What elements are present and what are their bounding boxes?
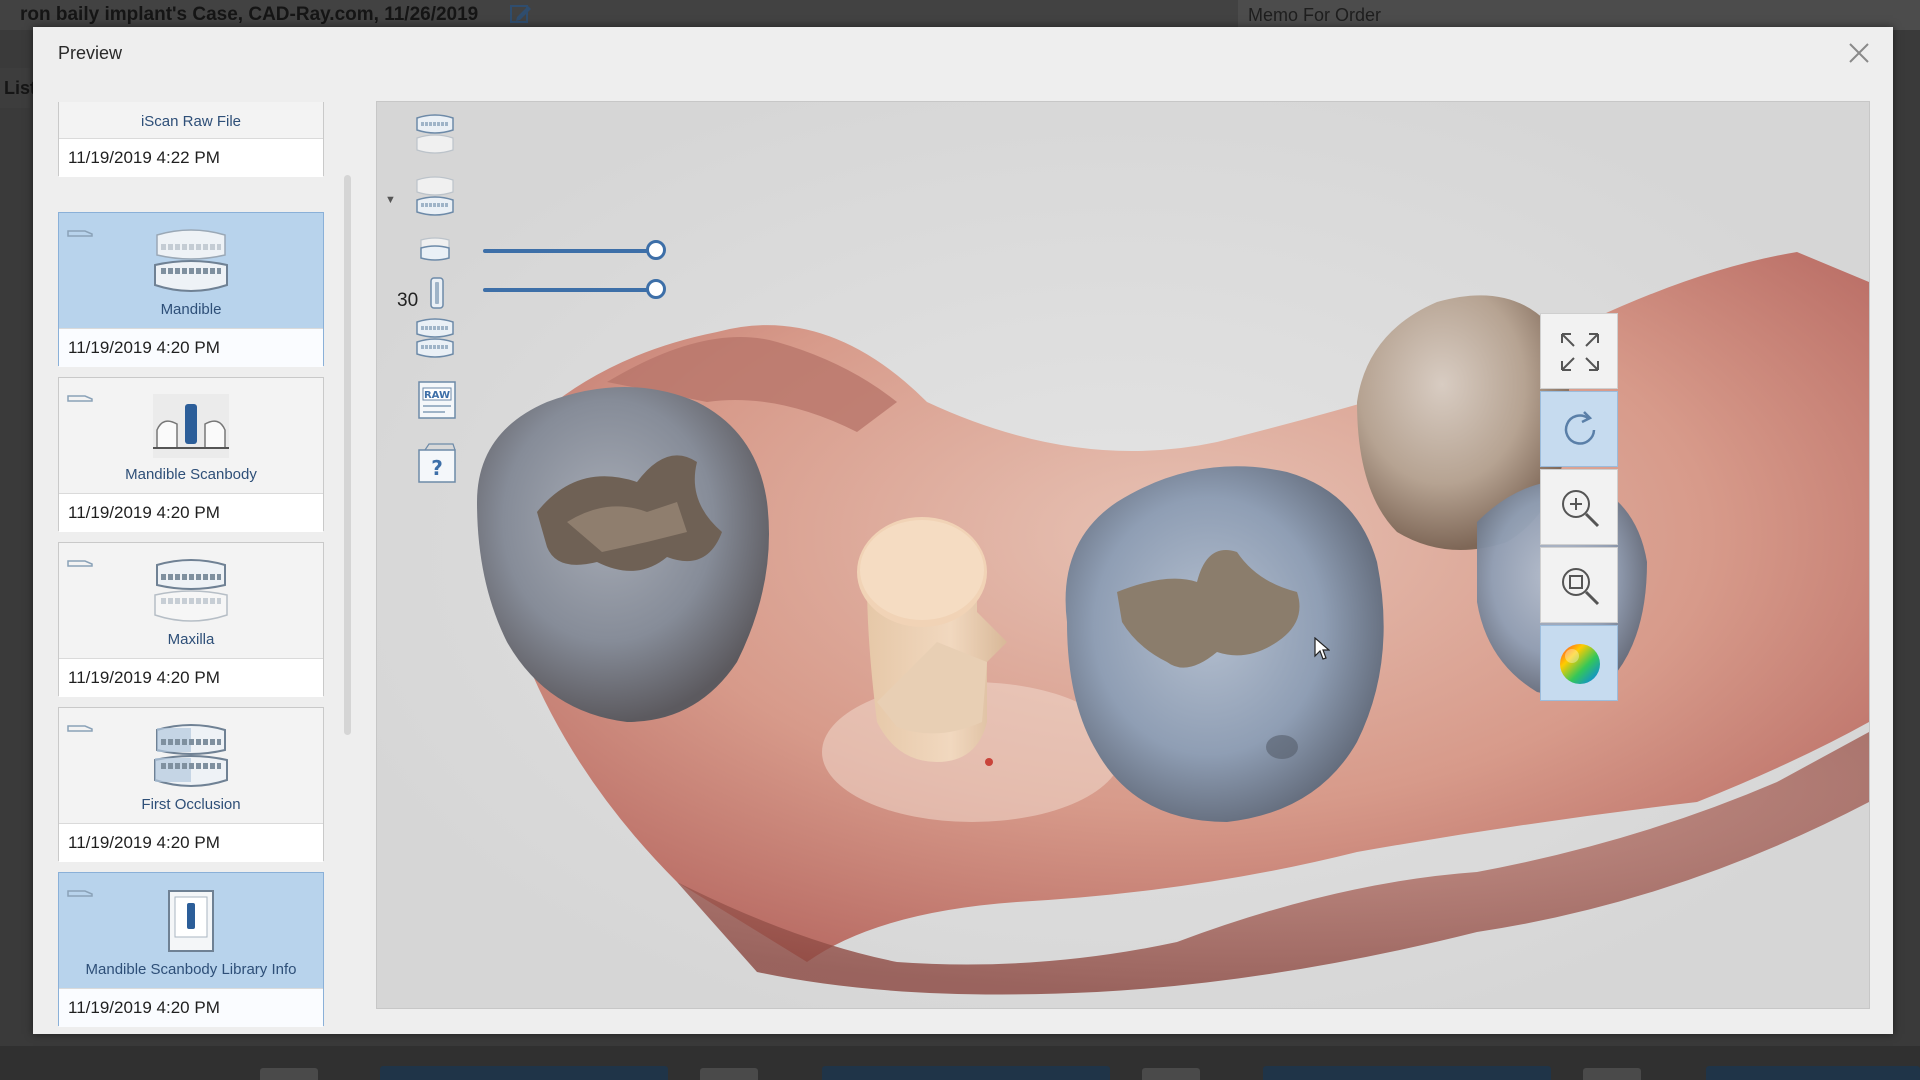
scan-date: 11/19/2019 4:22 PM <box>59 138 323 177</box>
scanner-tip-icon <box>67 890 93 897</box>
bottom-button-3[interactable] <box>1263 1066 1551 1080</box>
edit-icon[interactable] <box>508 3 534 25</box>
expand-icon <box>1561 333 1599 371</box>
zoom-in-icon <box>1562 490 1600 528</box>
scan-label: Maxilla <box>167 631 215 648</box>
scanbody-slider-track[interactable] <box>483 288 657 292</box>
scan-card-mandible[interactable]: Mandible 11/19/2019 4:20 PM <box>58 212 324 367</box>
scan-date: 11/19/2019 4:20 PM <box>59 658 323 697</box>
opacity-slider-track[interactable] <box>483 249 657 253</box>
scanbody-slider-thumb[interactable] <box>646 279 666 299</box>
maxilla-toggle-icon[interactable] <box>413 112 457 156</box>
scanner-tip-icon <box>67 395 93 402</box>
scan-label: Mandible Scanbody Library Info <box>85 961 297 978</box>
zoom-window-icon <box>1562 568 1600 606</box>
memo-for-order-field[interactable]: Memo For Order <box>1238 0 1920 30</box>
scanbody-slider-value: 30 <box>397 290 419 311</box>
scan-date: 11/19/2019 4:20 PM <box>59 988 323 1027</box>
raw-file-icon[interactable]: RAW <box>415 378 459 422</box>
3d-viewport[interactable]: ▼ 30 RAW ? <box>376 101 1870 1009</box>
collapse-caret-icon[interactable]: ▼ <box>385 194 396 206</box>
scan-label: First Occlusion <box>141 796 241 813</box>
color-wheel-icon <box>1560 644 1600 684</box>
scan-date: 11/19/2019 4:20 PM <box>59 823 323 862</box>
maxilla-arch-icon <box>154 559 228 622</box>
app-title-bar: ron baily implant's Case, CAD-Ray.com, 1… <box>0 0 1920 30</box>
list-tab[interactable]: List <box>0 68 36 108</box>
scan-card-maxilla[interactable]: Maxilla 11/19/2019 4:20 PM <box>58 542 324 697</box>
scanner-tip-icon <box>67 725 93 732</box>
zoom-in-button[interactable] <box>1540 469 1618 545</box>
bottom-button-small-4[interactable] <box>1583 1068 1641 1080</box>
close-icon[interactable] <box>1847 41 1871 65</box>
svg-text:?: ? <box>431 456 443 480</box>
scan-date: 11/19/2019 4:20 PM <box>59 328 323 367</box>
rotate-button[interactable] <box>1540 391 1618 467</box>
scanbody-icon[interactable] <box>417 230 453 266</box>
bottom-button-small-1[interactable] <box>260 1068 318 1080</box>
bottom-button-1[interactable] <box>380 1066 668 1080</box>
list-tab-label: List <box>4 78 37 98</box>
bottom-button-small-2[interactable] <box>700 1068 758 1080</box>
scanbody-depth-icon[interactable] <box>423 276 451 310</box>
scan-label: Mandible <box>160 301 222 318</box>
rotate-icon <box>1564 411 1596 445</box>
dialog-title: Preview <box>58 43 123 63</box>
memo-label: Memo For Order <box>1248 5 1382 25</box>
mandible-toggle-icon[interactable] <box>413 174 457 218</box>
mandible-arch-icon <box>154 229 228 292</box>
mouse-cursor-icon <box>1314 637 1330 660</box>
app-bottom-bar <box>0 1046 1920 1080</box>
scanbody-library-icon <box>168 890 214 952</box>
scan-card-scanbody-library[interactable]: Mandible Scanbody Library Info 11/19/201… <box>58 872 324 1027</box>
scan-list-scrollbar[interactable] <box>344 175 351 735</box>
occlusion-icon <box>154 724 228 787</box>
opacity-slider-thumb[interactable] <box>646 240 666 260</box>
scanner-tip-icon <box>67 230 93 237</box>
scan-list: iScan Raw File 11/19/2019 4:22 PM Mandib… <box>58 102 326 1029</box>
occlusion-icon[interactable] <box>413 316 457 360</box>
scan-label: Mandible Scanbody <box>125 466 257 483</box>
bottom-button-4[interactable] <box>1706 1066 1920 1080</box>
scanbody-tooth-icon <box>153 394 229 458</box>
help-icon[interactable]: ? <box>415 442 459 486</box>
preview-dialog: Preview iScan Raw File 11/19/2019 4:22 P… <box>33 27 1893 1034</box>
color-texture-button[interactable] <box>1540 625 1618 701</box>
fit-to-screen-button[interactable] <box>1540 313 1618 389</box>
scanner-tip-icon <box>67 560 93 567</box>
zoom-window-button[interactable] <box>1540 547 1618 623</box>
view-tools <box>1540 313 1620 711</box>
case-title: ron baily implant's Case, CAD-Ray.com, 1… <box>20 4 479 25</box>
scan-card-mandible-scanbody[interactable]: Mandible Scanbody 11/19/2019 4:20 PM <box>58 377 324 532</box>
dental-scan-model[interactable] <box>377 102 1869 1008</box>
scan-date: 11/19/2019 4:20 PM <box>59 493 323 532</box>
svg-text:RAW: RAW <box>424 390 450 401</box>
scan-label: iScan Raw File <box>140 113 242 130</box>
scan-card-iscan-raw[interactable]: iScan Raw File 11/19/2019 4:22 PM <box>58 102 324 177</box>
bottom-button-small-3[interactable] <box>1142 1068 1200 1080</box>
bottom-button-2[interactable] <box>822 1066 1110 1080</box>
scan-card-first-occlusion[interactable]: First Occlusion 11/19/2019 4:20 PM <box>58 707 324 862</box>
